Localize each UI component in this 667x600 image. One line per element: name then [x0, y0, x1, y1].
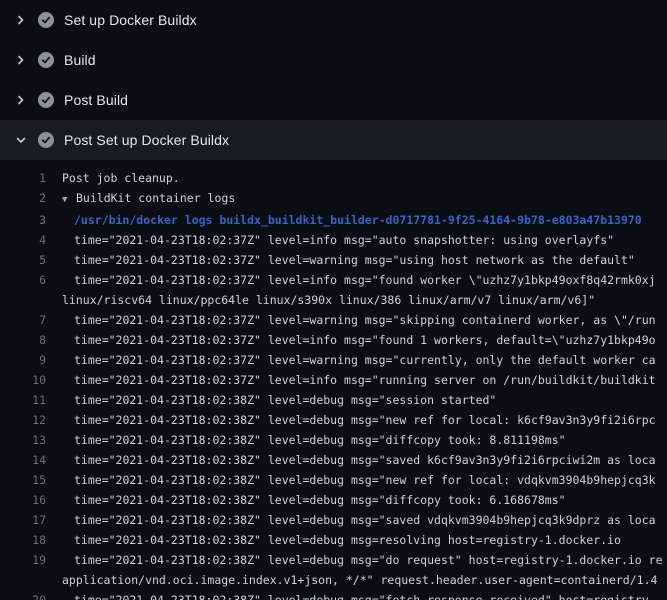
log-text: time="2021-04-23T18:02:37Z" level=info m… — [46, 270, 656, 290]
line-number[interactable]: 5 — [0, 250, 46, 270]
line-number[interactable]: 4 — [0, 230, 46, 250]
log-line: 18time="2021-04-23T18:02:38Z" level=debu… — [0, 530, 667, 550]
log-text: time="2021-04-23T18:02:38Z" level=debug … — [46, 510, 656, 530]
log-text: time="2021-04-23T18:02:37Z" level=warnin… — [46, 310, 656, 330]
line-number[interactable]: 17 — [0, 510, 46, 530]
log-line: 3/usr/bin/docker logs buildx_buildkit_bu… — [0, 210, 667, 230]
log-text: time="2021-04-23T18:02:37Z" level=info m… — [46, 330, 656, 350]
steps-list: Set up Docker Buildx Build Post Build Post … — [0, 0, 667, 160]
log-text: time="2021-04-23T18:02:37Z" level=warnin… — [46, 350, 656, 370]
check-circle-icon — [38, 52, 54, 68]
line-number[interactable]: 2 — [0, 188, 46, 210]
chevron-right-icon[interactable] — [13, 92, 29, 108]
chevron-right-icon[interactable] — [13, 12, 29, 28]
log-text: time="2021-04-23T18:02:38Z" level=debug … — [46, 450, 656, 470]
log-text: time="2021-04-23T18:02:38Z" level=debug … — [46, 490, 566, 510]
log-text: time="2021-04-23T18:02:38Z" level=debug … — [46, 590, 656, 600]
line-number[interactable]: 3 — [0, 210, 46, 230]
workflow-log-viewer: Set up Docker Buildx Build Post Build Post … — [0, 0, 667, 600]
line-number[interactable]: 13 — [0, 430, 46, 450]
log-area[interactable]: 1Post job cleanup.2▼BuildKit container l… — [0, 160, 667, 600]
chevron-down-icon[interactable] — [13, 132, 29, 148]
log-line: 5time="2021-04-23T18:02:37Z" level=warni… — [0, 250, 667, 270]
log-line: linux/riscv64 linux/ppc64le linux/s390x … — [0, 290, 667, 310]
line-number[interactable]: 9 — [0, 350, 46, 370]
log-line: 8time="2021-04-23T18:02:37Z" level=info … — [0, 330, 667, 350]
log-text: time="2021-04-23T18:02:38Z" level=debug … — [46, 410, 656, 430]
check-circle-icon — [38, 12, 54, 28]
check-circle-icon — [38, 92, 54, 108]
check-circle-icon — [38, 132, 54, 148]
line-number[interactable]: 19 — [0, 550, 46, 570]
line-number[interactable]: 6 — [0, 270, 46, 290]
log-line: 15time="2021-04-23T18:02:38Z" level=debu… — [0, 470, 667, 490]
log-text: time="2021-04-23T18:02:38Z" level=debug … — [46, 470, 656, 490]
log-text: time="2021-04-23T18:02:37Z" level=warnin… — [46, 250, 635, 270]
step-title: Post Build — [64, 92, 128, 108]
log-line: 2▼BuildKit container logs — [0, 188, 667, 210]
log-line: 6time="2021-04-23T18:02:37Z" level=info … — [0, 270, 667, 290]
log-text: time="2021-04-23T18:02:38Z" level=debug … — [46, 430, 566, 450]
log-line: 7time="2021-04-23T18:02:37Z" level=warni… — [0, 310, 667, 330]
log-line: 1Post job cleanup. — [0, 168, 667, 188]
log-line: 9time="2021-04-23T18:02:37Z" level=warni… — [0, 350, 667, 370]
step-row-post-set-up-docker-buildx[interactable]: Post Set up Docker Buildx — [0, 120, 667, 160]
log-command-text: /usr/bin/docker logs buildx_buildkit_bui… — [46, 210, 642, 230]
chevron-right-icon[interactable] — [13, 52, 29, 68]
log-line: 20time="2021-04-23T18:02:38Z" level=debu… — [0, 590, 667, 600]
log-text: ▼BuildKit container logs — [46, 188, 235, 210]
line-number[interactable]: 18 — [0, 530, 46, 550]
group-title: BuildKit container logs — [76, 191, 235, 205]
step-row-build[interactable]: Build — [0, 40, 667, 80]
line-number[interactable]: 1 — [0, 168, 46, 188]
step-row-post-build[interactable]: Post Build — [0, 80, 667, 120]
log-line: 19time="2021-04-23T18:02:38Z" level=debu… — [0, 550, 667, 570]
log-text: application/vnd.oci.image.index.v1+json,… — [46, 570, 657, 590]
log-text: Post job cleanup. — [46, 168, 180, 188]
log-line: 11time="2021-04-23T18:02:38Z" level=debu… — [0, 390, 667, 410]
log-line: 12time="2021-04-23T18:02:38Z" level=debu… — [0, 410, 667, 430]
log-text: time="2021-04-23T18:02:38Z" level=debug … — [46, 550, 663, 570]
log-line: 10time="2021-04-23T18:02:37Z" level=info… — [0, 370, 667, 390]
line-number[interactable]: 14 — [0, 450, 46, 470]
log-line: 17time="2021-04-23T18:02:38Z" level=debu… — [0, 510, 667, 530]
log-line: 4time="2021-04-23T18:02:37Z" level=info … — [0, 230, 667, 250]
step-title: Build — [64, 52, 96, 68]
line-number[interactable]: 15 — [0, 470, 46, 490]
step-title: Post Set up Docker Buildx — [64, 132, 229, 148]
line-number[interactable]: 20 — [0, 590, 46, 600]
log-text: time="2021-04-23T18:02:37Z" level=info m… — [46, 230, 614, 250]
line-number[interactable]: 8 — [0, 330, 46, 350]
log-line: 13time="2021-04-23T18:02:38Z" level=debu… — [0, 430, 667, 450]
log-text: time="2021-04-23T18:02:37Z" level=info m… — [46, 370, 656, 390]
line-number[interactable]: 10 — [0, 370, 46, 390]
line-number[interactable]: 12 — [0, 410, 46, 430]
log-text: time="2021-04-23T18:02:38Z" level=debug … — [46, 390, 496, 410]
step-title: Set up Docker Buildx — [64, 12, 197, 28]
log-line: 16time="2021-04-23T18:02:38Z" level=debu… — [0, 490, 667, 510]
log-text: time="2021-04-23T18:02:38Z" level=debug … — [46, 530, 621, 550]
log-text: linux/riscv64 linux/ppc64le linux/s390x … — [46, 290, 595, 310]
line-number[interactable]: 11 — [0, 390, 46, 410]
line-number[interactable]: 7 — [0, 310, 46, 330]
line-number — [0, 290, 46, 310]
log-line: 14time="2021-04-23T18:02:38Z" level=debu… — [0, 450, 667, 470]
step-row-set-up-docker-buildx[interactable]: Set up Docker Buildx — [0, 0, 667, 40]
log-line: application/vnd.oci.image.index.v1+json,… — [0, 570, 667, 590]
line-number — [0, 570, 46, 590]
collapse-triangle-icon[interactable]: ▼ — [62, 190, 76, 210]
line-number[interactable]: 16 — [0, 490, 46, 510]
